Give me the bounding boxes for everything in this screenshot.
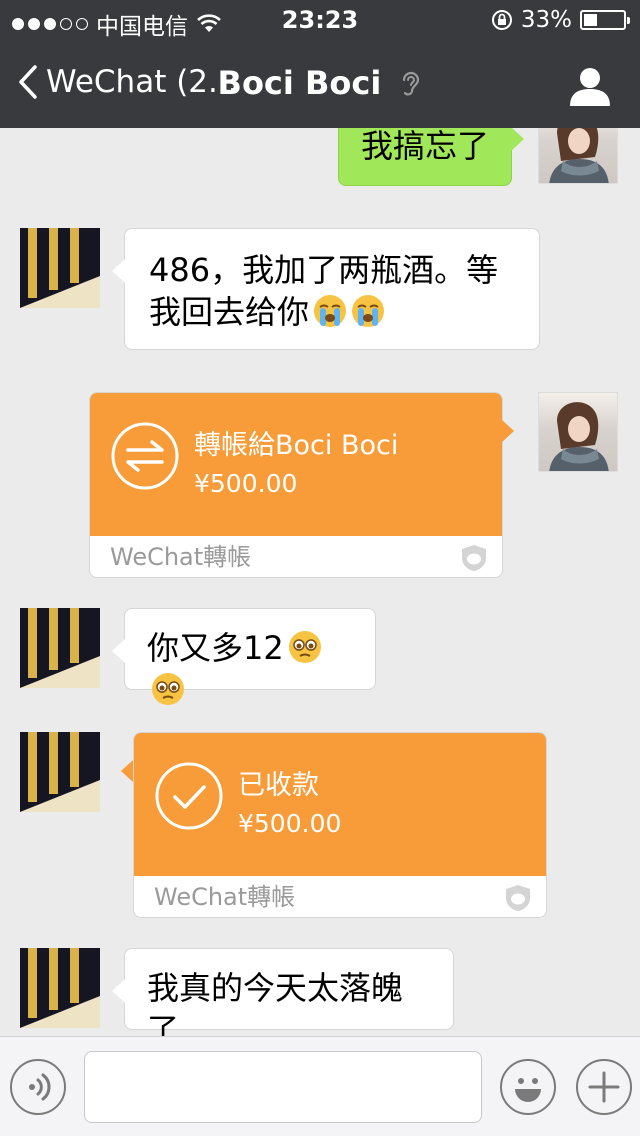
wechat-shield-icon (506, 885, 530, 911)
bubble-tail (502, 420, 514, 442)
contact-avatar[interactable] (20, 948, 100, 1028)
transfer-card-body: 轉帳給Boci Boci ¥500.00 (90, 393, 502, 536)
status-bar: 中国电信 23:23 33% (0, 0, 640, 40)
battery-icon (580, 10, 630, 30)
contact-avatar[interactable] (20, 732, 100, 812)
transfer-amount: ¥500.00 (238, 809, 342, 838)
wechat-shield-icon (462, 545, 486, 571)
checkmark-circle-icon (155, 762, 223, 830)
smiley-icon (515, 1078, 541, 1102)
transfer-card-sent[interactable]: 轉帳給Boci Boci ¥500.00 WeChat轉帳 (89, 392, 503, 578)
input-toolbar (0, 1036, 640, 1136)
avatar-image (549, 402, 609, 471)
transfer-amount: ¥500.00 (194, 469, 298, 498)
chat-title-text: Boci Boci (217, 64, 382, 102)
received-message-bubble[interactable]: 486，我加了两瓶酒。等 我回去给你 (112, 228, 540, 350)
nav-bar: WeChat (2... Boci Boci (0, 40, 640, 128)
transfer-card-body: 已收款 ¥500.00 (134, 733, 546, 876)
plus-icon (588, 1071, 620, 1103)
avatar-image (20, 948, 100, 1028)
emoji-button[interactable] (500, 1059, 556, 1115)
transfer-label: 轉帳給Boci Boci (194, 430, 399, 461)
more-options-button[interactable] (576, 1059, 632, 1115)
pleading-face-emoji-icon (288, 631, 321, 663)
transfer-arrows-icon (111, 422, 179, 490)
transfer-footer: WeChat轉帳 (90, 536, 502, 577)
received-message-bubble[interactable]: 你又多12 (112, 608, 376, 705)
chat-title: Boci Boci (0, 64, 640, 102)
message-text-line-2-text: 我回去给你 (149, 293, 310, 331)
voice-icon (29, 1073, 51, 1101)
message-input[interactable] (84, 1051, 482, 1123)
earpiece-mode-icon (403, 71, 420, 96)
rotation-lock-icon (491, 10, 512, 30)
avatar-image (20, 228, 100, 308)
my-avatar[interactable] (538, 392, 618, 472)
contact-avatar[interactable] (20, 608, 100, 688)
message-text: 我搞忘了 (361, 127, 490, 165)
transfer-footer-label: WeChat轉帳 (154, 883, 296, 911)
received-message-bubble[interactable]: 我真的今天太落魄了 (112, 948, 454, 1049)
transfer-card-received[interactable]: 已收款 ¥500.00 WeChat轉帳 (133, 732, 547, 918)
message-text-line-2: 我回去给你 (149, 291, 515, 333)
transfer-footer: WeChat轉帳 (134, 876, 546, 917)
bubble-tail (121, 760, 133, 782)
contact-profile-icon[interactable] (568, 64, 612, 108)
battery-percent: 33% (520, 7, 572, 33)
avatar-image (20, 608, 100, 688)
crying-face-emoji-icon (314, 295, 347, 327)
pleading-face-emoji-icon (152, 673, 184, 705)
top-bar: 中国电信 23:23 33% WeChat (2... Boci Boci (0, 0, 640, 128)
message-text: 你又多12 (147, 629, 284, 667)
crying-face-emoji-icon (352, 295, 385, 327)
transfer-footer-label: WeChat轉帳 (110, 543, 252, 571)
voice-input-button[interactable] (10, 1059, 66, 1115)
contact-avatar[interactable] (20, 228, 100, 308)
avatar-image (20, 732, 100, 812)
message-text-line-1: 486，我加了两瓶酒。等 (149, 251, 499, 289)
transfer-label: 已收款 (238, 770, 319, 801)
